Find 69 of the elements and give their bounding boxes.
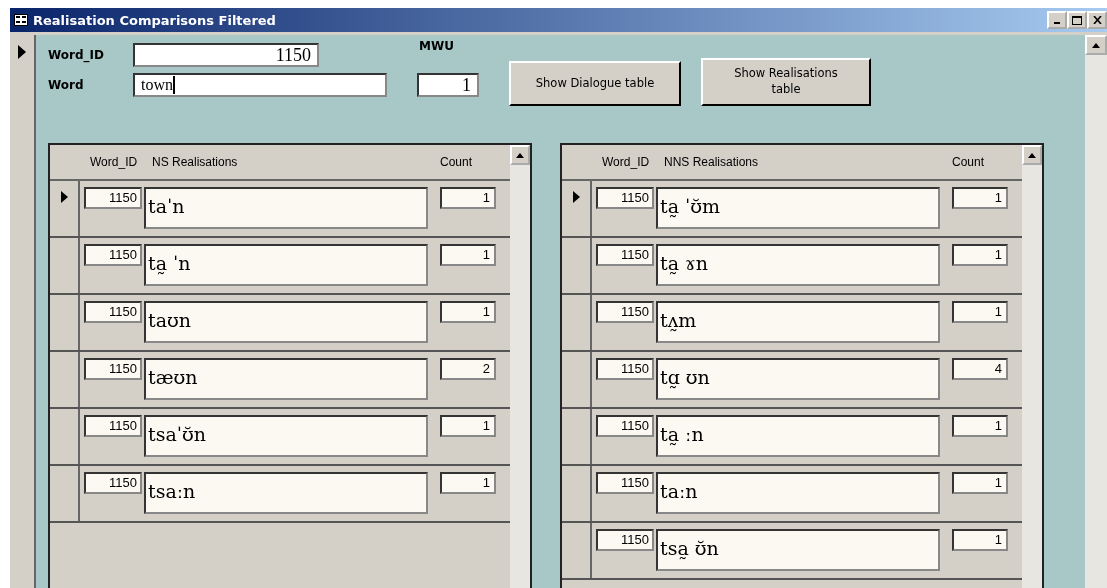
field-label: Word_ID	[48, 48, 105, 62]
word-id-cell[interactable]: 1150	[84, 187, 142, 209]
column-header: Word_ID	[90, 155, 139, 169]
word-id-cell[interactable]: 1150	[596, 244, 654, 266]
word-id-cell[interactable]: 1150	[84, 358, 142, 380]
close-icon	[1092, 16, 1102, 24]
maximize-icon	[1072, 15, 1082, 25]
field-label: MWU	[419, 39, 454, 53]
count-cell[interactable]: 1	[952, 244, 1008, 266]
scrollbar[interactable]	[1022, 145, 1042, 588]
word-id-cell[interactable]: 1150	[596, 301, 654, 323]
count-cell[interactable]: 1	[440, 187, 496, 209]
scroll-up-icon[interactable]	[1092, 42, 1100, 48]
column-header: NS Realisations	[152, 155, 239, 169]
count-cell[interactable]: 1	[952, 472, 1008, 494]
column-header: Count	[952, 155, 986, 169]
realisation-cell[interactable]: taˈn	[144, 187, 428, 229]
count-cell[interactable]: 1	[440, 301, 496, 323]
realisation-cell[interactable]: tsa̰ ʊ̆n	[656, 529, 940, 571]
count-cell[interactable]: 1	[440, 472, 496, 494]
count-cell[interactable]: 1	[952, 301, 1008, 323]
count-cell[interactable]: 4	[952, 358, 1008, 380]
column-header: Word_ID	[602, 155, 651, 169]
mwu-field[interactable]: 1	[417, 73, 479, 97]
count-cell[interactable]: 1	[952, 529, 1008, 551]
realisation-cell[interactable]: ta̰ ɤn	[656, 244, 940, 286]
realisation-cell[interactable]: tæʊn	[144, 358, 428, 400]
realisation-cell[interactable]: ta̰ ˈn	[144, 244, 428, 286]
word-field[interactable]: town	[133, 73, 387, 97]
scroll-up-icon[interactable]	[516, 152, 524, 158]
word-id-cell[interactable]: 1150	[596, 529, 654, 551]
word-id-cell[interactable]: 1150	[596, 358, 654, 380]
count-cell[interactable]: 1	[440, 415, 496, 437]
column-header: NNS Realisations	[664, 155, 760, 169]
word-id-field[interactable]: 1150	[133, 43, 319, 67]
realisation-cell[interactable]: ta̰ ˈʊ̆m	[656, 187, 940, 229]
record-selector[interactable]	[10, 35, 36, 588]
realisation-cell[interactable]: tsaˈʊ̆n	[144, 415, 428, 457]
count-cell[interactable]: 1	[440, 244, 496, 266]
word-id-cell[interactable]: 1150	[84, 472, 142, 494]
show-dialogue-button[interactable]: Show Dialogue table	[509, 61, 681, 106]
word-id-cell[interactable]: 1150	[596, 415, 654, 437]
word-id-cell[interactable]: 1150	[84, 244, 142, 266]
word-id-cell[interactable]: 1150	[84, 301, 142, 323]
close-button[interactable]	[1087, 11, 1107, 29]
current-record-icon	[60, 191, 68, 203]
word-id-cell[interactable]: 1150	[84, 415, 142, 437]
current-record-icon	[572, 191, 580, 203]
realisation-cell[interactable]: ta̰ ːn	[656, 415, 940, 457]
realisation-cell[interactable]: taʊn	[144, 301, 428, 343]
realisation-cell[interactable]: taːn	[656, 472, 940, 514]
realisation-cell[interactable]: tʌ̰m	[656, 301, 940, 343]
show-realisations-button[interactable]: Show Realisations table	[701, 58, 871, 106]
word-id-cell[interactable]: 1150	[596, 187, 654, 209]
maximize-button[interactable]	[1067, 11, 1087, 29]
minimize-button[interactable]	[1047, 11, 1067, 29]
realisation-cell[interactable]: tɑ̰ ʊn	[656, 358, 940, 400]
scrollbar[interactable]	[1085, 35, 1107, 588]
word-id-cell[interactable]: 1150	[596, 472, 654, 494]
window-title: Realisation Comparisons Filtered	[33, 12, 276, 28]
count-cell[interactable]: 2	[440, 358, 496, 380]
column-header: Count	[440, 155, 474, 169]
field-label: Word	[48, 78, 85, 92]
scrollbar[interactable]	[510, 145, 530, 588]
realisation-cell[interactable]: tsaːn	[144, 472, 428, 514]
form-icon	[14, 14, 28, 26]
count-cell[interactable]: 1	[952, 187, 1008, 209]
count-cell[interactable]: 1	[952, 415, 1008, 437]
scroll-up-icon[interactable]	[1028, 152, 1036, 158]
